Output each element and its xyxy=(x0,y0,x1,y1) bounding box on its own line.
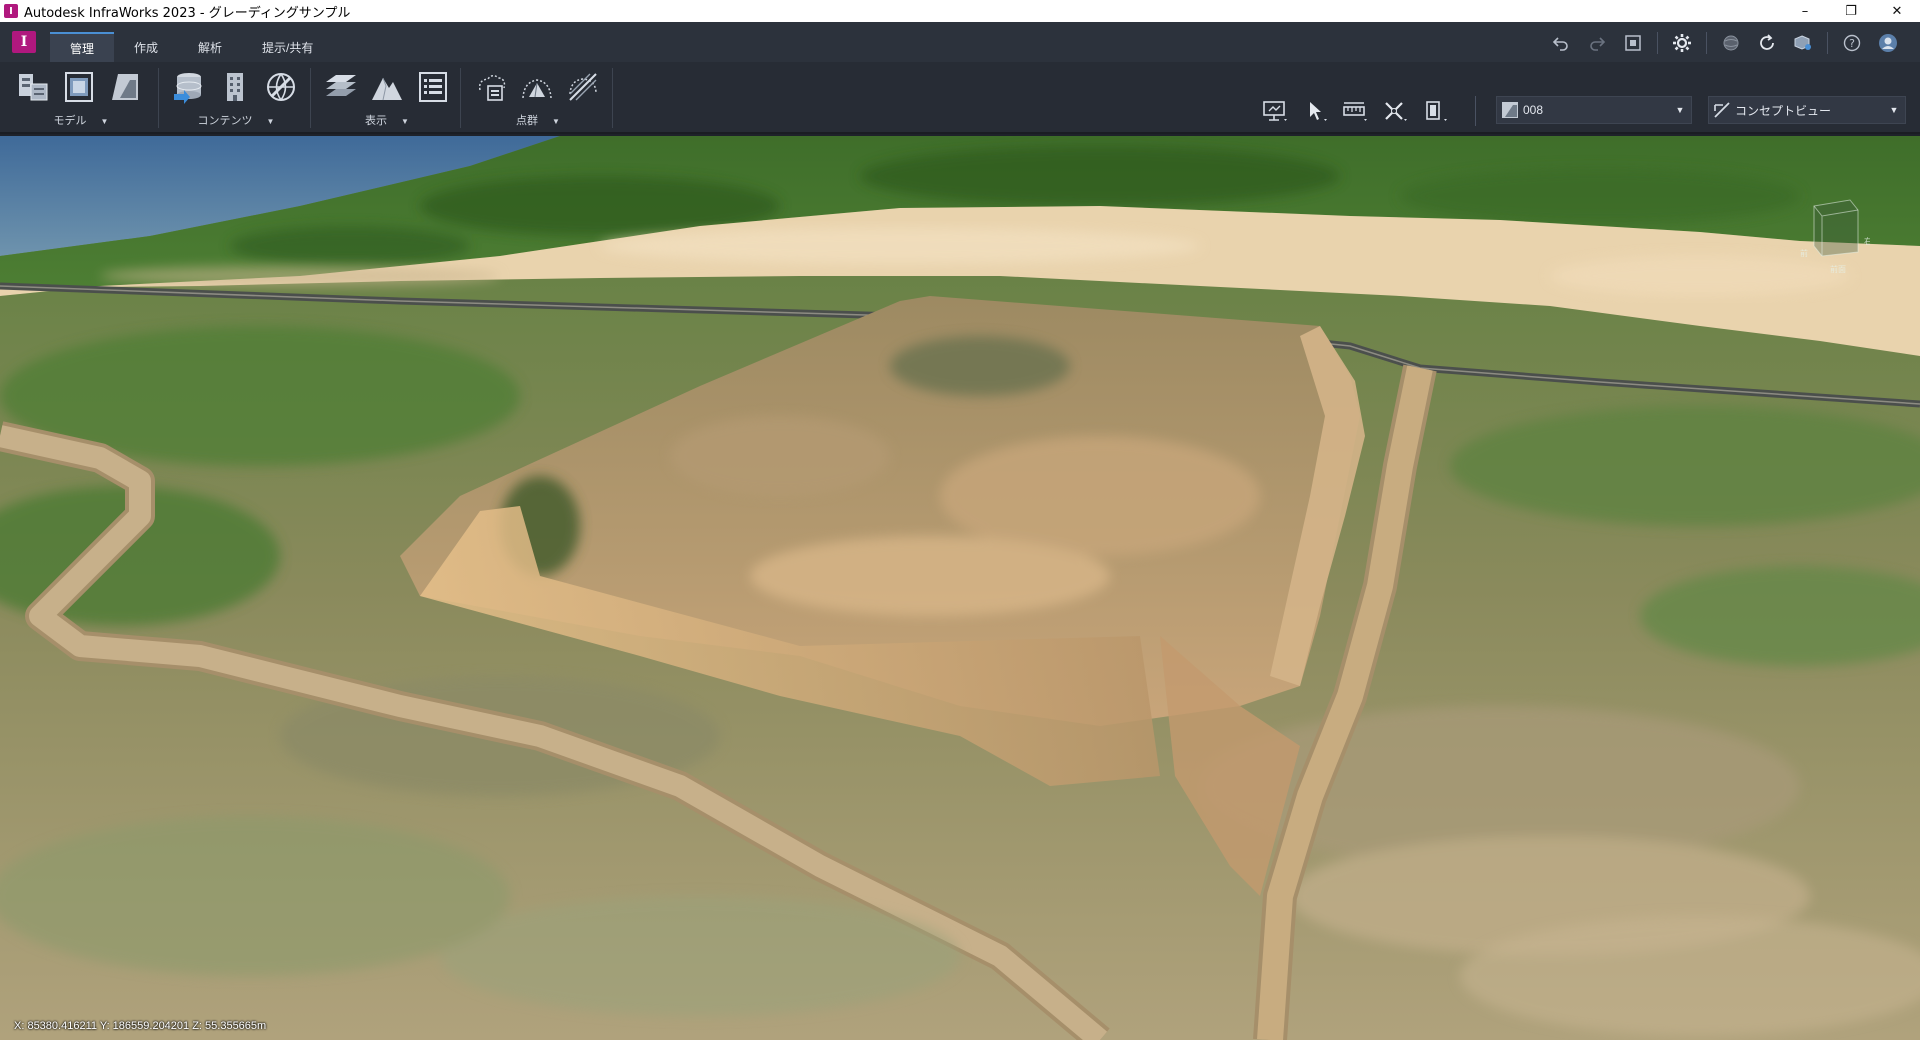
viewcube-label-bottom[interactable]: 前面 xyxy=(1830,264,1846,274)
3d-viewport[interactable]: 右 前 前面 X: 85380.416211 Y: 186559.204201 … xyxy=(0,136,1920,1040)
cloud-model-icon[interactable] xyxy=(1785,31,1821,55)
undo-icon[interactable] xyxy=(1543,31,1579,55)
visual-style-icon xyxy=(1709,101,1735,119)
terrain-icon[interactable] xyxy=(368,68,406,106)
window-title: Autodesk InfraWorks 2023 - グレーディングサンプル xyxy=(24,5,351,21)
ribbon-group-point-cloud-label: 点群 xyxy=(516,115,539,127)
proposal-value: 008 xyxy=(1523,103,1544,117)
viewcube-label-right[interactable]: 右 xyxy=(1864,236,1872,246)
cross-section-icon[interactable] xyxy=(1378,96,1412,126)
minimize-button[interactable]: – xyxy=(1782,0,1828,22)
tab-analyze[interactable]: 解析 xyxy=(178,32,242,62)
data-sources-icon[interactable] xyxy=(170,68,208,106)
chevron-down-icon[interactable]: ▼ xyxy=(552,117,560,126)
clip-icon[interactable] xyxy=(1418,96,1452,126)
ribbon-group-model-label: モデル xyxy=(53,115,87,127)
surface-layers-icon[interactable] xyxy=(106,68,144,106)
model-explorer-icon[interactable] xyxy=(14,68,52,106)
proposal-icon[interactable] xyxy=(60,68,98,106)
select-icon[interactable] xyxy=(1298,96,1332,126)
sync-icon[interactable] xyxy=(1749,31,1785,55)
coordinates-readout: X: 85380.416211 Y: 186559.204201 Z: 55.3… xyxy=(14,1020,267,1032)
app-menu-button[interactable]: I xyxy=(12,31,36,53)
point-cloud-icon[interactable] xyxy=(472,68,510,106)
measure-icon[interactable] xyxy=(1338,96,1372,126)
terrain-scene[interactable] xyxy=(0,136,1920,1040)
ribbon-group-model: モデル ▼ xyxy=(6,68,156,130)
tab-manage[interactable]: 管理 xyxy=(50,32,115,62)
close-button[interactable]: ✕ xyxy=(1874,0,1920,22)
chevron-down-icon[interactable]: ▼ xyxy=(1883,105,1905,115)
tab-create[interactable]: 作成 xyxy=(114,32,178,62)
chevron-down-icon[interactable]: ▼ xyxy=(1669,105,1691,115)
list-icon[interactable] xyxy=(414,68,452,106)
svg-text:?: ? xyxy=(1849,37,1855,50)
globe-icon[interactable] xyxy=(1713,31,1749,55)
cloud-globe-icon[interactable] xyxy=(262,68,300,106)
layers-icon[interactable] xyxy=(322,68,360,106)
visual-style-value: コンセプトビュー xyxy=(1735,103,1832,118)
point-cloud-clip-icon[interactable] xyxy=(564,68,602,106)
view-cube[interactable]: 右 前 前面 xyxy=(1800,194,1872,274)
ribbon-group-content: コンテンツ ▼ xyxy=(162,68,310,130)
fit-view-icon[interactable] xyxy=(1615,31,1651,55)
proposal-select[interactable]: 008 ▼ xyxy=(1496,96,1692,124)
ribbon-group-display-label: 表示 xyxy=(365,115,388,127)
proposal-icon xyxy=(1497,101,1523,119)
chevron-down-icon[interactable]: ▼ xyxy=(401,117,409,126)
redo-icon[interactable] xyxy=(1579,31,1615,55)
presentation-icon[interactable] xyxy=(1258,96,1292,126)
viewcube-label-left[interactable]: 前 xyxy=(1800,248,1808,258)
chevron-down-icon[interactable]: ▼ xyxy=(267,117,275,126)
point-cloud-terrain-icon[interactable] xyxy=(518,68,556,106)
building-icon[interactable] xyxy=(216,68,254,106)
title-bar: I Autodesk InfraWorks 2023 - グレーディングサンプル… xyxy=(0,0,1920,22)
toolbar-divider xyxy=(1475,96,1476,126)
chevron-down-icon[interactable]: ▼ xyxy=(101,117,109,126)
user-avatar-icon[interactable] xyxy=(1870,31,1906,55)
menu-bar: I 管理 作成 解析 提示/共有 ? xyxy=(0,22,1920,62)
app-icon: I xyxy=(4,4,18,18)
restore-button[interactable]: ❐ xyxy=(1828,0,1874,22)
ribbon-group-content-label: コンテンツ xyxy=(197,115,253,127)
view-tools xyxy=(1258,96,1452,126)
ribbon-group-point-cloud: 点群 ▼ xyxy=(464,68,612,130)
visual-style-select[interactable]: コンセプトビュー ▼ xyxy=(1708,96,1906,124)
ribbon-group-display: 表示 ▼ xyxy=(314,68,460,130)
tab-present-share[interactable]: 提示/共有 xyxy=(242,32,333,62)
help-icon[interactable]: ? xyxy=(1834,31,1870,55)
settings-icon[interactable] xyxy=(1664,31,1700,55)
